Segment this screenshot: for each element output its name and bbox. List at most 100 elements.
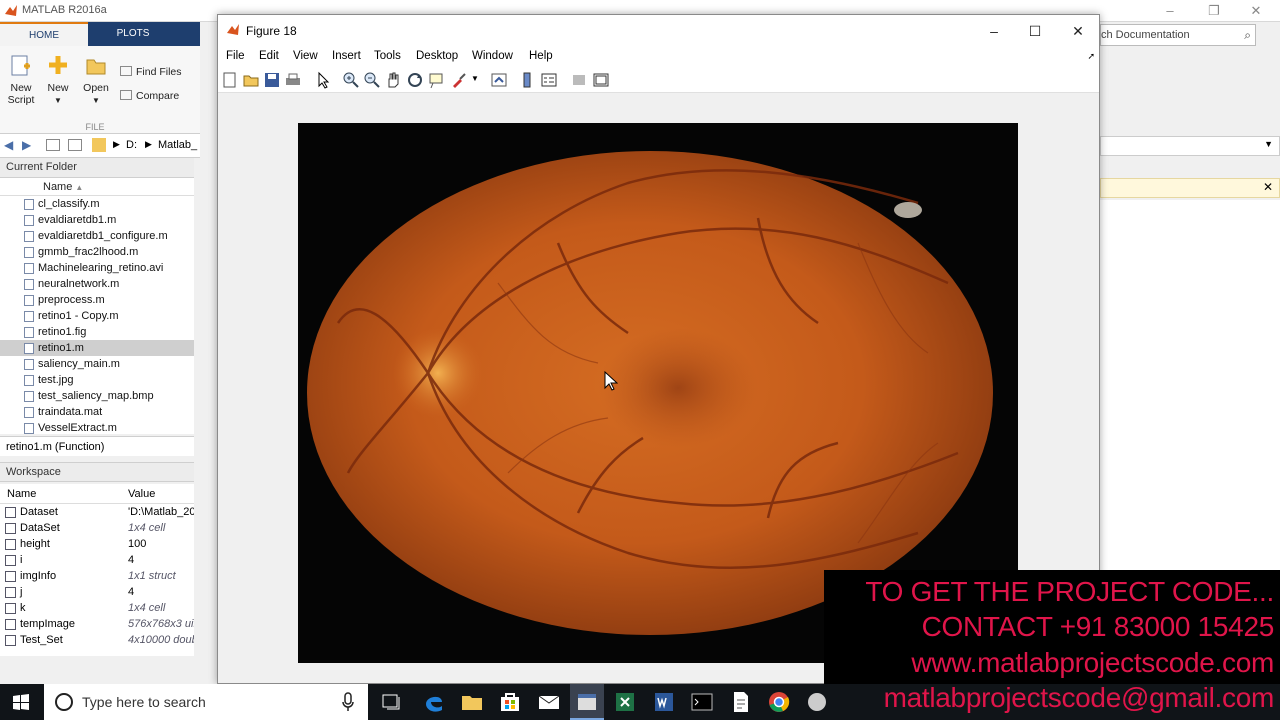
- mail-icon[interactable]: [537, 690, 561, 714]
- menu-help[interactable]: Help: [529, 50, 553, 62]
- file-list-item[interactable]: cl_classify.m: [0, 196, 194, 212]
- open-button[interactable]: Open ▼: [80, 54, 112, 107]
- file-list-item[interactable]: gmmb_frac2lhood.m: [0, 244, 194, 260]
- ws-col-value[interactable]: Value: [128, 488, 155, 500]
- workspace-row[interactable]: imgInfo 1x1 struct: [0, 568, 194, 584]
- save-icon[interactable]: [263, 71, 281, 89]
- word-icon[interactable]: [652, 690, 676, 714]
- file-name: Machinelearing_retino.avi: [38, 262, 164, 274]
- compare-button[interactable]: Compare: [120, 90, 179, 102]
- workspace-row[interactable]: Test_Set 4x10000 doub: [0, 632, 194, 648]
- workspace-row[interactable]: Dataset 'D:\Matlab_20: [0, 504, 194, 520]
- file-list-item[interactable]: VesselExtract.m: [0, 420, 194, 434]
- new-button[interactable]: New ▼: [44, 54, 72, 107]
- zoom-in-icon[interactable]: [342, 71, 360, 89]
- file-list-item[interactable]: preprocess.m: [0, 292, 194, 308]
- address-bar[interactable]: ◀ ▶ ▶ D: ▶ Matlab_: [0, 134, 200, 158]
- hide-plot-tools-icon[interactable]: [570, 71, 588, 89]
- rotate-3d-icon[interactable]: [406, 71, 424, 89]
- find-files-button[interactable]: Find Files: [120, 66, 182, 78]
- edge-browser-icon[interactable]: [422, 690, 446, 714]
- brush-icon[interactable]: [450, 71, 468, 89]
- close-icon[interactable]: ✕: [1058, 21, 1098, 41]
- pan-hand-icon[interactable]: [384, 71, 402, 89]
- file-list-item[interactable]: Machinelearing_retino.avi: [0, 260, 194, 276]
- document-icon[interactable]: [729, 690, 753, 714]
- workspace-row[interactable]: DataSet 1x4 cell: [0, 520, 194, 536]
- menu-insert[interactable]: Insert: [332, 50, 361, 62]
- menu-desktop[interactable]: Desktop: [416, 50, 458, 62]
- file-explorer-icon[interactable]: [460, 690, 484, 714]
- workspace-row[interactable]: i4: [0, 552, 194, 568]
- data-cursor-icon[interactable]: [427, 71, 445, 89]
- menu-window[interactable]: Window: [472, 50, 513, 62]
- terminal-icon[interactable]: [690, 690, 714, 714]
- insert-colorbar-icon[interactable]: [518, 71, 536, 89]
- file-list-item[interactable]: saliency_main.m: [0, 356, 194, 372]
- microphone-icon[interactable]: [342, 692, 354, 712]
- up-folder-icon[interactable]: [46, 139, 60, 151]
- file-list-item[interactable]: retino1.m: [0, 340, 194, 356]
- tab-plots[interactable]: PLOTS: [88, 22, 178, 46]
- workspace-row[interactable]: k 1x4 cell: [0, 600, 194, 616]
- workspace-row[interactable]: tempImage 576x768x3 uin: [0, 616, 194, 632]
- task-view-icon[interactable]: [380, 690, 404, 714]
- variable-value: 4x10000 doub: [128, 634, 194, 646]
- search-icon[interactable]: ⌕: [1244, 28, 1251, 43]
- ws-col-name[interactable]: Name: [7, 488, 36, 500]
- workspace-row[interactable]: height 100: [0, 536, 194, 552]
- menu-file[interactable]: File: [226, 50, 245, 62]
- brush-dropdown-icon[interactable]: ▼: [471, 74, 479, 83]
- tab-home[interactable]: HOME: [0, 22, 88, 46]
- file-list-item[interactable]: evaldiaretdb1_configure.m: [0, 228, 194, 244]
- link-plot-icon[interactable]: [490, 71, 508, 89]
- edit-plot-pointer-icon[interactable]: [314, 71, 332, 89]
- command-window[interactable]: [1100, 200, 1280, 570]
- path-folder[interactable]: Matlab_: [158, 139, 197, 151]
- open-file-icon[interactable]: [242, 71, 260, 89]
- workspace-row[interactable]: j4: [0, 584, 194, 600]
- command-path-bar[interactable]: ▼: [1100, 136, 1280, 156]
- forward-icon[interactable]: ▶: [22, 138, 31, 152]
- matlab-taskbar-icon[interactable]: [575, 690, 599, 714]
- insert-legend-icon[interactable]: [540, 71, 558, 89]
- app-icon[interactable]: [805, 690, 829, 714]
- close-icon[interactable]: ✕: [1242, 2, 1270, 20]
- print-icon[interactable]: [284, 71, 302, 89]
- excel-icon[interactable]: [613, 690, 637, 714]
- new-figure-icon[interactable]: [221, 71, 239, 89]
- file-list-item[interactable]: retino1.fig: [0, 324, 194, 340]
- menu-edit[interactable]: Edit: [259, 50, 279, 62]
- minimize-icon[interactable]: –: [1156, 2, 1184, 20]
- menu-view[interactable]: View: [293, 50, 318, 62]
- new-script-button[interactable]: New Script: [4, 54, 38, 106]
- file-list: Name ▲ cl_classify.m evaldiaretdb1.m evald…: [0, 178, 194, 434]
- chrome-icon[interactable]: [767, 690, 791, 714]
- windows-start-icon[interactable]: [13, 694, 29, 710]
- minimize-icon[interactable]: –: [974, 21, 1014, 41]
- file-list-item[interactable]: traindata.mat: [0, 404, 194, 420]
- file-list-item[interactable]: test.jpg: [0, 372, 194, 388]
- menu-tools[interactable]: Tools: [374, 50, 401, 62]
- file-column-header[interactable]: Name ▲: [0, 178, 194, 196]
- store-icon[interactable]: [498, 690, 522, 714]
- undock-icon[interactable]: ➚: [1087, 51, 1095, 62]
- maximize-icon[interactable]: ☐: [1015, 21, 1055, 41]
- back-icon[interactable]: ◀: [4, 138, 13, 152]
- file-list-item[interactable]: evaldiaretdb1.m: [0, 212, 194, 228]
- show-plot-tools-icon[interactable]: [592, 71, 610, 89]
- search-documentation-input[interactable]: ch Documentation ⌕: [1100, 24, 1256, 46]
- file-list-item[interactable]: test_saliency_map.bmp: [0, 388, 194, 404]
- file-list-item[interactable]: neuralnetwork.m: [0, 276, 194, 292]
- restore-icon[interactable]: ❐: [1200, 2, 1228, 20]
- close-icon[interactable]: ✕: [1263, 180, 1273, 194]
- dropdown-icon[interactable]: ▼: [1264, 139, 1273, 149]
- file-list-item[interactable]: retino1 - Copy.m: [0, 308, 194, 324]
- zoom-out-icon[interactable]: [363, 71, 381, 89]
- path-drive[interactable]: D:: [126, 139, 137, 151]
- workspace-column-header[interactable]: Name Value: [0, 484, 194, 504]
- variable-value: 100: [128, 538, 147, 550]
- taskbar-search-input[interactable]: Type here to search: [44, 684, 368, 720]
- folder-icon: [86, 59, 106, 75]
- browse-icon[interactable]: [68, 139, 82, 151]
